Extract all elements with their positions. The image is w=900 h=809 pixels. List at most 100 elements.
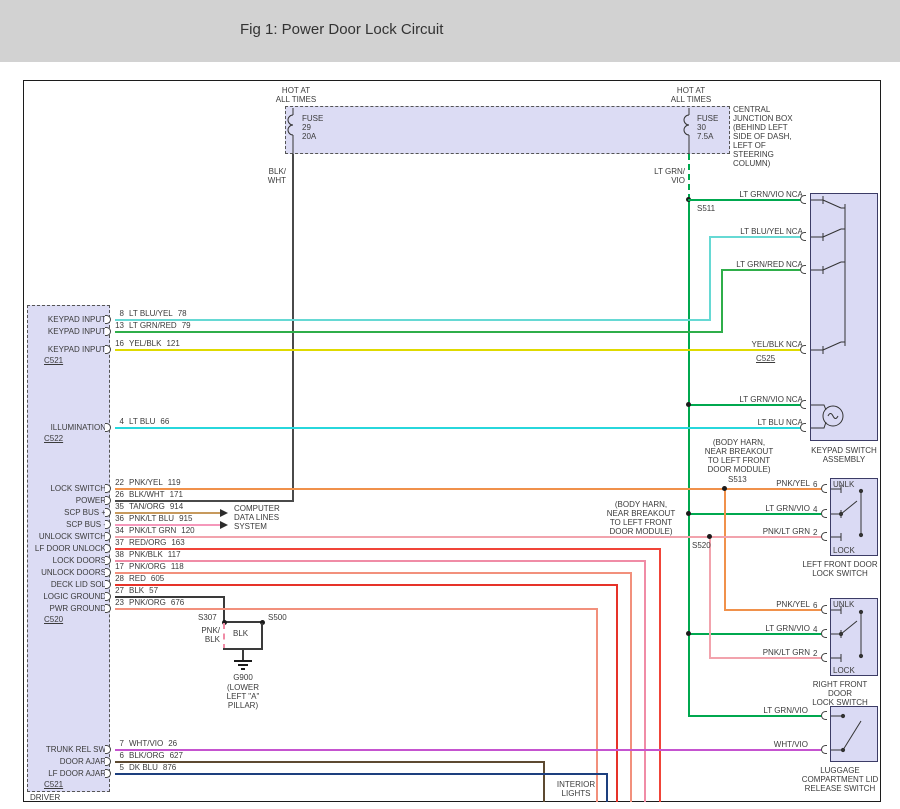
circuit-number: 78	[178, 309, 187, 318]
wire-row: 16YEL/BLK121	[114, 339, 180, 348]
wire-yel-blk	[115, 349, 802, 351]
module-pin-label: SCP BUS +	[30, 508, 106, 517]
wire-label: PNK/YEL	[748, 479, 810, 488]
wire-label: YEL/BLK	[712, 340, 784, 349]
connector-id: C525	[756, 354, 775, 363]
fuse-number: 30	[697, 123, 718, 132]
fuse-label: FUSE	[697, 114, 718, 123]
circuit-number: 876	[163, 763, 176, 772]
wire-lt-blu-yel	[709, 236, 802, 238]
circuit-number: 120	[181, 526, 194, 535]
left-front-door-lock-switch-label: LEFT FRONT DOOR LOCK SWITCH	[800, 560, 880, 578]
connector-pin-arc	[821, 532, 827, 541]
wire-color-label: WHT/VIO	[129, 739, 163, 748]
wire-color-label: PNK/LT BLU	[129, 514, 174, 523]
wiring-diagram-page: Fig 1: Power Door Lock Circuit HOT AT AL…	[0, 0, 900, 809]
wire-row: 23PNK/ORG676	[114, 598, 184, 607]
wire-lt-blu-yel	[709, 236, 711, 321]
fuse-rating: 7.5A	[697, 132, 718, 141]
wire-color-label: PNK/YEL	[129, 478, 163, 487]
wire-row: 26BLK/WHT171	[114, 490, 183, 499]
wire-row: 34PNK/LT GRN120	[114, 526, 195, 535]
figure-title-bar: Fig 1: Power Door Lock Circuit	[0, 0, 900, 62]
connector-id: C521	[44, 356, 63, 365]
module-pin-label: LOGIC GROUND	[30, 592, 106, 601]
circuit-number: 119	[168, 478, 181, 487]
wire-lt-grn-red	[721, 269, 723, 333]
circuit-number: 171	[170, 490, 183, 499]
junction-dot	[686, 511, 691, 516]
fuse-number: 29	[302, 123, 323, 132]
wire-label: LT GRN/VIO	[744, 706, 808, 715]
module-pin-label: LOCK DOORS	[30, 556, 106, 565]
circuit-number: 79	[182, 321, 191, 330]
figure-title: Fig 1: Power Door Lock Circuit	[240, 21, 443, 38]
connector-pin-arc	[800, 423, 806, 432]
wire-label-blk-wht: BLK/ WHT	[250, 167, 286, 185]
hot-at-all-times-left: HOT AT ALL TIMES	[270, 86, 322, 104]
wire-label: PNK/LT GRN	[748, 648, 810, 657]
pin-number: 35	[114, 502, 124, 511]
junction-box-note: CENTRAL JUNCTION BOX (BEHIND LEFT SIDE O…	[733, 105, 805, 168]
release-switch-symbol	[831, 707, 877, 761]
wire-lt-blu	[115, 427, 802, 429]
wire-color-label: BLK	[129, 586, 144, 595]
fuse-29-block: FUSE 29 20A	[302, 114, 323, 141]
connector-pin-arc	[821, 653, 827, 662]
wire-label: LT GRN/VIO	[748, 504, 810, 513]
splice-s307: S307	[198, 613, 217, 622]
pin-number: 23	[114, 598, 124, 607]
wire-dk-blu	[606, 773, 608, 802]
right-front-door-lock-switch-label: RIGHT FRONT DOOR LOCK SWITCH	[800, 680, 880, 707]
pin-number: 2	[813, 528, 817, 537]
wire-pnk-lt-grn	[709, 657, 822, 659]
wire-lt-grn-vio	[688, 199, 802, 201]
pin-number: 6	[813, 601, 817, 610]
wire-color-label: TAN/ORG	[129, 502, 165, 511]
connector-pin-arc	[821, 745, 827, 754]
splice-s520: S520	[692, 541, 711, 550]
wire-pnk-yel	[115, 488, 822, 490]
wire-blk-org	[115, 761, 545, 763]
circuit-number: 163	[171, 538, 184, 547]
wire-color-label: RED	[129, 574, 146, 583]
wire-pnk-org	[630, 572, 632, 802]
connector-pin-arc	[800, 195, 806, 204]
connector-pin-arc	[821, 605, 827, 614]
wire-row: 4LT BLU66	[114, 417, 169, 426]
circuit-number: 627	[170, 751, 183, 760]
connector-id: C522	[44, 434, 63, 443]
wire-color-label: PNK/ORG	[129, 598, 166, 607]
ground-symbol	[238, 664, 248, 666]
wire-pnk-blk-alt	[223, 623, 225, 650]
wire-row: 5DK BLU876	[114, 763, 176, 772]
wire-color-label: LT GRN/RED	[129, 321, 177, 330]
wire-pnk-lt-grn	[709, 536, 711, 659]
wire-label-blk: BLK	[233, 629, 248, 638]
circuit-number: 121	[166, 339, 179, 348]
fuse-label: FUSE	[302, 114, 323, 123]
module-pin-label: KEYPAD INPUT	[30, 315, 106, 324]
module-pin-label: DOOR AJAR	[30, 757, 106, 766]
wire-color-label: PNK/ORG	[129, 562, 166, 571]
wire-label: LT BLU/YEL	[712, 227, 784, 236]
wire-row: 8LT BLU/YEL78	[114, 309, 187, 318]
pin-number: 4	[813, 625, 817, 634]
wire-row: 28RED605	[114, 574, 164, 583]
wire-dk-blu	[115, 773, 608, 775]
body-harness-note: (BODY HARN, NEAR BREAKOUT TO LEFT FRONT …	[604, 500, 678, 536]
wire-blk-org	[543, 761, 545, 802]
pin-number: 26	[114, 490, 124, 499]
pin-number: 28	[114, 574, 124, 583]
module-pin-label: PWR GROUND	[30, 604, 106, 613]
wire-row: 13LT GRN/RED79	[114, 321, 191, 330]
module-name: DRIVER	[30, 793, 60, 802]
wire-lt-blu-yel	[115, 319, 711, 321]
ground-location: (LOWER LEFT "A" PILLAR)	[217, 683, 269, 710]
wire-row: 6BLK/ORG627	[114, 751, 183, 760]
keypad-switch-symbol	[811, 194, 877, 440]
wire-lt-grn-vio	[688, 404, 802, 406]
pin-number: 7	[114, 739, 124, 748]
splice-dot-s513	[722, 486, 727, 491]
pin-number: 4	[114, 417, 124, 426]
